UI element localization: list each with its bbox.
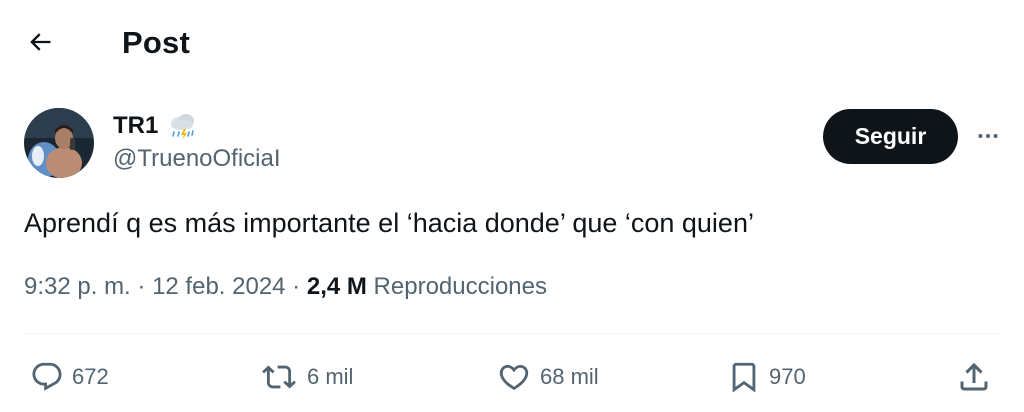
reply-button[interactable]: 672 (30, 355, 109, 399)
more-horizontal-icon (978, 134, 998, 138)
author-display-name[interactable]: TR1 (113, 112, 158, 140)
repost-count: 6 mil (307, 364, 354, 389)
author-name-row: TR1 (113, 110, 198, 142)
post-metadata: 9:32 p. m. · 12 feb. 2024 · 2,4 M Reprod… (24, 273, 547, 301)
reply-count: 672 (72, 364, 109, 389)
arrow-left-icon (30, 33, 51, 51)
bookmark-count: 970 (769, 364, 806, 389)
like-button[interactable]: 68 mil (496, 355, 599, 399)
share-button[interactable] (956, 355, 992, 399)
meta-separator: · (130, 273, 153, 300)
more-options-button[interactable] (968, 118, 1008, 154)
back-button[interactable] (20, 22, 60, 62)
profile-photo (24, 108, 94, 178)
post-time[interactable]: 9:32 p. m. (24, 273, 131, 300)
storm-cloud-emoji-icon (171, 114, 195, 140)
reply-icon (32, 362, 62, 391)
heart-icon (499, 364, 529, 390)
post-date[interactable]: 12 feb. 2024 (152, 273, 285, 300)
page-title: Post (122, 25, 190, 60)
avatar[interactable] (24, 108, 94, 178)
author-handle[interactable]: @TruenoOficiaI (113, 145, 281, 173)
share-icon (960, 362, 988, 391)
follow-button[interactable]: Seguir (823, 109, 958, 164)
bookmark-icon (732, 362, 756, 393)
repost-icon (262, 365, 296, 389)
view-count: 2,4 M (306, 273, 367, 300)
divider (24, 333, 1002, 334)
bookmark-button[interactable]: 970 (727, 355, 806, 399)
repost-button[interactable]: 6 mil (259, 355, 353, 399)
meta-separator: · (285, 273, 307, 300)
post-header: Post (0, 0, 1024, 88)
like-count: 68 mil (540, 364, 599, 389)
post-text: Aprendí q es más importante el ‘hacia do… (24, 208, 754, 238)
views-label: Reproducciones (366, 273, 547, 300)
